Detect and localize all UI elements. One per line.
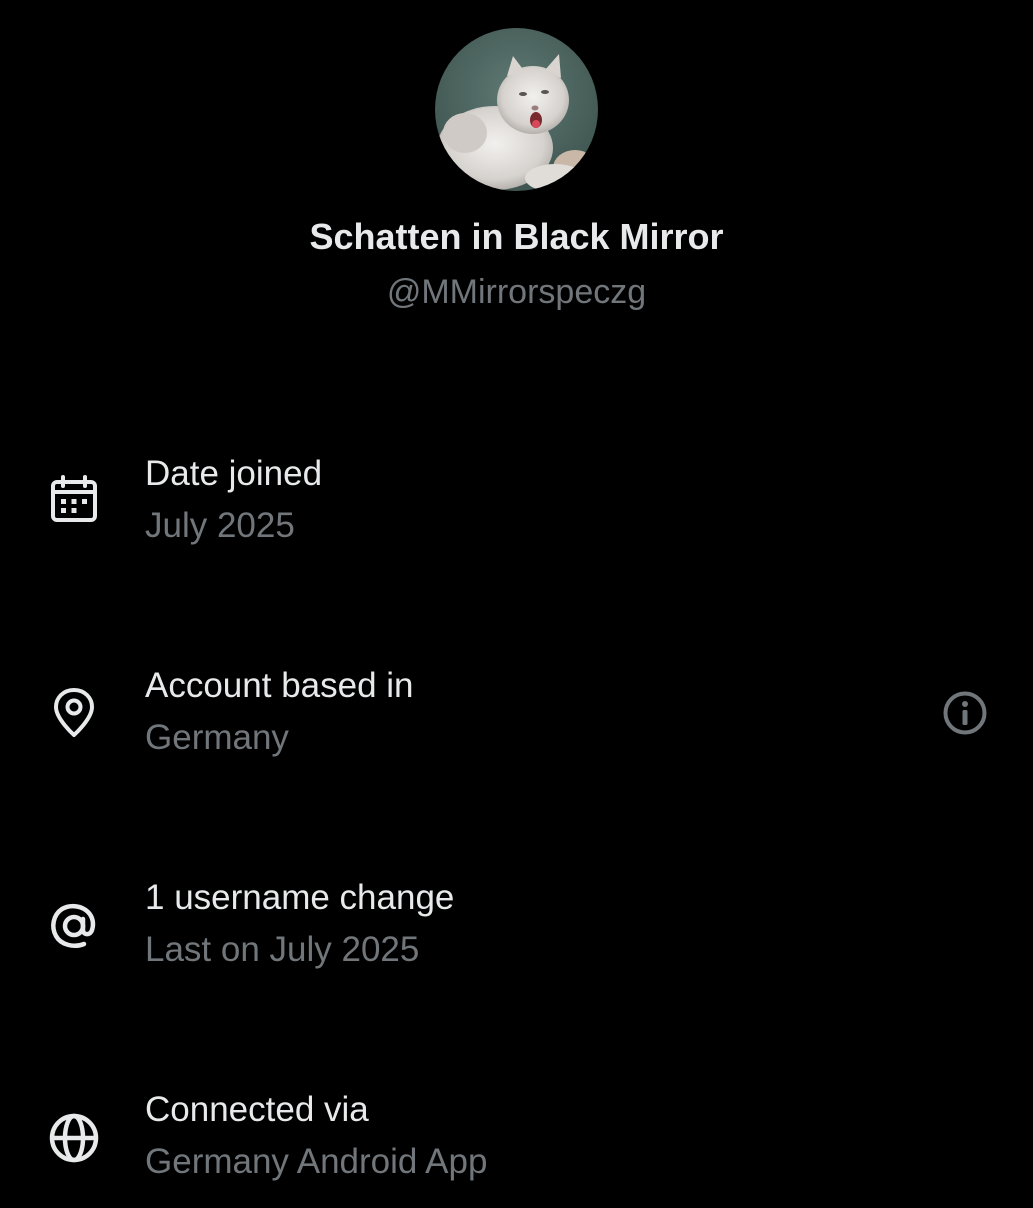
date-joined-label: Date joined [145,454,323,493]
cat-avatar-image [435,28,598,191]
date-joined-value: July 2025 [145,506,295,545]
account-based-in-row: Account based in Germany [0,664,1033,784]
account-based-in-value: Germany [145,718,289,757]
date-joined-row: Date joined July 2025 [0,452,1033,572]
calendar-icon [46,472,102,528]
username-change-value: Last on July 2025 [145,930,420,969]
globe-icon [46,1110,102,1166]
connected-via-value: Germany Android App [145,1142,488,1181]
connected-via-label: Connected via [145,1090,369,1129]
account-based-in-label: Account based in [145,666,414,705]
username-change-row: 1 username change Last on July 2025 [0,876,1033,996]
info-icon[interactable] [941,689,989,737]
at-sign-icon [46,898,102,954]
location-pin-icon [46,684,102,740]
display-name: Schatten in Black Mirror [309,216,724,257]
username-handle: @MMirrorspeczg [386,273,647,311]
avatar[interactable] [435,28,598,191]
username-change-label: 1 username change [145,878,455,917]
connected-via-row: Connected via Germany Android App [0,1088,1033,1208]
